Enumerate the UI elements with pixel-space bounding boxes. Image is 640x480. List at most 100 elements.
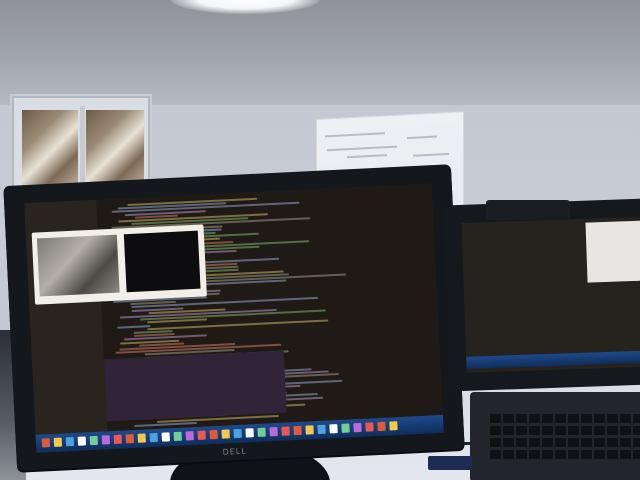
keyboard-key [633, 438, 640, 447]
taskbar-icon[interactable] [65, 436, 75, 447]
terminal-pane [103, 350, 287, 422]
keyboard-key [490, 438, 501, 447]
keyboard-key [594, 414, 605, 423]
keyboard-key [542, 450, 553, 459]
keyboard-key [555, 414, 566, 423]
taskbar-icon[interactable] [41, 438, 51, 448]
keyboard-key [620, 450, 631, 459]
keyboard-key [607, 450, 618, 459]
keyboard-key [620, 426, 631, 435]
taskbar-icon[interactable] [233, 428, 242, 439]
keyboard-key [607, 438, 618, 447]
whiteboard-scribble [325, 132, 385, 138]
ceiling-light [170, 0, 320, 14]
keyboard-key [490, 426, 501, 435]
keyboard-key [503, 450, 514, 459]
monitor-brand-logo: DELL [222, 446, 247, 457]
secondary-taskbar [466, 350, 640, 369]
taskbar-icon[interactable] [329, 424, 338, 434]
secondary-monitor [442, 198, 640, 392]
keyboard-key [568, 450, 579, 459]
keyboard-key [568, 438, 579, 447]
main-monitor: DELL [3, 164, 465, 471]
taskbar-icon[interactable] [281, 426, 290, 436]
taskbar-icon[interactable] [389, 421, 398, 431]
keyboard-key [503, 438, 514, 447]
taskbar-icon[interactable] [197, 430, 206, 440]
taskbar-icon[interactable] [377, 421, 386, 432]
keyboard-key [516, 426, 527, 435]
keyboard-key [503, 426, 514, 435]
keyboard-key [542, 414, 553, 423]
keyboard-key [490, 414, 501, 423]
ceiling [0, 0, 640, 105]
taskbar-icon[interactable] [89, 435, 99, 446]
taskbar-icon[interactable] [269, 427, 278, 437]
keyboard-key [529, 438, 540, 447]
taskbar-icon[interactable] [317, 424, 326, 435]
laptop-keyboard [470, 392, 640, 480]
keyboard-key [529, 450, 540, 459]
secondary-screen [461, 216, 640, 373]
keyboard-key [568, 414, 579, 423]
taskbar-icon[interactable] [365, 422, 374, 432]
secondary-window [585, 220, 640, 283]
webcam [486, 200, 570, 220]
taskbar-icon[interactable] [293, 425, 302, 436]
keyboard-key [633, 450, 640, 459]
taskbar-icon[interactable] [341, 423, 350, 433]
whiteboard-scribble [327, 145, 397, 152]
taskbar-icon[interactable] [77, 436, 87, 446]
keyboard-key [581, 426, 592, 435]
keyboard-key [529, 426, 540, 435]
keyboard-key [620, 414, 631, 423]
taskbar-icon[interactable] [161, 432, 170, 442]
keyboard-key [542, 438, 553, 447]
whiteboard-scribble [347, 154, 387, 159]
taskbar-icon[interactable] [149, 432, 158, 443]
keyboard-key [516, 450, 527, 459]
keyboard-key [633, 414, 640, 423]
usb-device [428, 456, 472, 470]
keyboard-key [516, 414, 527, 423]
keyboard-key [594, 426, 605, 435]
keyboard-key [503, 414, 514, 423]
keyboard-key [529, 414, 540, 423]
taskbar-icon[interactable] [185, 431, 194, 441]
keyboard-key [620, 438, 631, 447]
keyboard-key [594, 438, 605, 447]
keyboard-key [516, 438, 527, 447]
keyboard-key [581, 414, 592, 423]
monitor-screen [24, 183, 444, 453]
taskbar-icon[interactable] [257, 427, 266, 437]
taskbar-icon[interactable] [113, 434, 123, 445]
taskbar-icon[interactable] [305, 425, 314, 435]
camera-dialog [31, 224, 207, 305]
whiteboard-scribble [413, 152, 449, 157]
keyboard-key [555, 426, 566, 435]
code-line [117, 324, 151, 329]
keyboard-key [555, 438, 566, 447]
taskbar-icon[interactable] [173, 431, 182, 442]
keyboard-key [607, 426, 618, 435]
keyboard-key [581, 438, 592, 447]
keyboard-key [568, 426, 579, 435]
keyboard-key [542, 426, 553, 435]
keyboard-key [490, 450, 501, 459]
taskbar-icon[interactable] [353, 422, 362, 433]
whiteboard-scribble [407, 135, 437, 140]
keyboard-key [555, 450, 566, 459]
taskbar-icon[interactable] [53, 437, 63, 447]
taskbar-icon[interactable] [209, 429, 218, 440]
taskbar-icon[interactable] [221, 429, 230, 439]
code-line [134, 421, 198, 427]
taskbar-icon[interactable] [137, 433, 146, 443]
office-photo: DELL [0, 0, 640, 480]
keyboard-key [581, 450, 592, 459]
camera-preview [36, 234, 120, 297]
taskbar-icon[interactable] [245, 428, 254, 438]
taskbar-icon[interactable] [125, 434, 135, 444]
blank-preview [123, 230, 201, 293]
taskbar-icon[interactable] [101, 435, 111, 445]
keyboard-key [633, 426, 640, 435]
